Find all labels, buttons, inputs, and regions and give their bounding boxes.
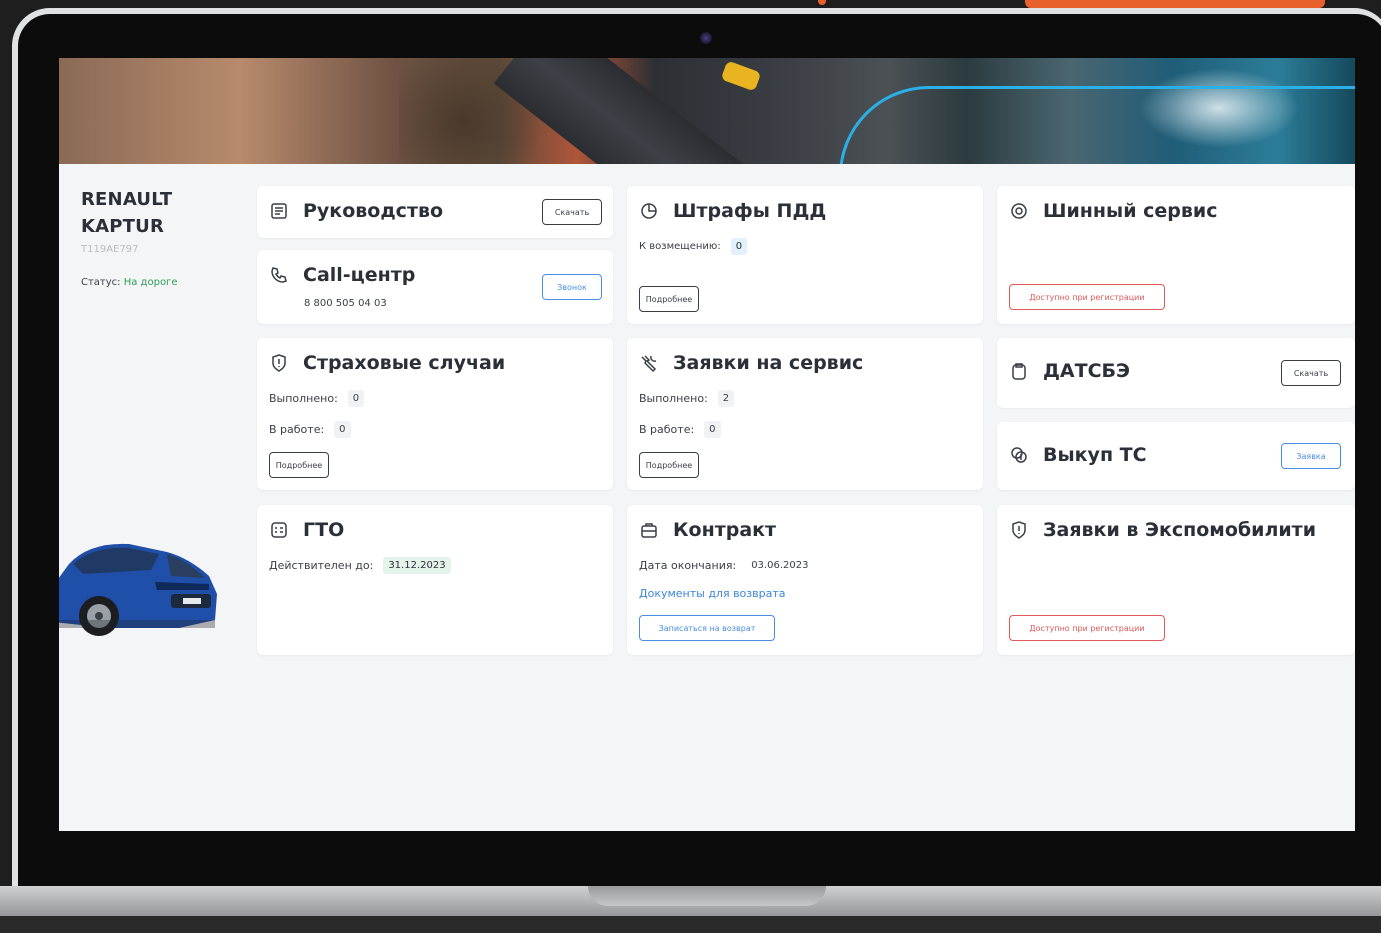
card-manual-title-wrap: Руководство xyxy=(269,200,443,222)
card-buyout: Выкуп ТС Заявка xyxy=(997,422,1355,490)
tire-register-button[interactable]: Доступно при регистрации xyxy=(1009,284,1165,310)
laptop-notch xyxy=(588,886,826,906)
status-label: Статус: xyxy=(81,277,121,288)
app-screen: RENAULT KAPTUR Т119АЕ797 Статус: На доро… xyxy=(59,58,1355,831)
call-button[interactable]: Звонок xyxy=(542,274,602,300)
contract-end-value: 03.06.2023 xyxy=(751,560,809,571)
card-expo-title-wrap: Заявки в Экспомобилити xyxy=(1009,519,1316,541)
vehicle-plate: Т119АЕ797 xyxy=(81,244,139,255)
card-insurance-title-wrap: Страховые случаи xyxy=(269,352,505,374)
briefcase-icon xyxy=(639,520,659,540)
card-tire-title: Шинный сервис xyxy=(1043,200,1218,222)
vehicle-info: RENAULT KAPTUR Т119АЕ797 Статус: На доро… xyxy=(81,186,251,288)
service-work-value: 0 xyxy=(704,421,721,438)
insurance-done-value: 0 xyxy=(347,390,365,407)
card-buyout-title-wrap: Выкуп ТС xyxy=(1009,444,1147,466)
fines-refund-row: К возмещению: 0 xyxy=(639,238,748,255)
banner-car xyxy=(720,60,762,92)
service-done-value: 2 xyxy=(717,390,735,407)
insurance-work-label: В работе: xyxy=(269,423,325,436)
buyout-request-button[interactable]: Заявка xyxy=(1281,443,1341,469)
card-callcenter-title-wrap: Call-центр xyxy=(269,264,415,286)
callcenter-phone: 8 800 505 04 03 xyxy=(304,298,387,309)
clipboard-icon xyxy=(1009,361,1029,381)
expo-register-button[interactable]: Доступно при регистрации xyxy=(1009,615,1165,641)
insurance-work-value: 0 xyxy=(334,421,351,438)
card-expo: Заявки в Экспомобилити Доступно при реги… xyxy=(997,505,1355,655)
fines-refund-label: К возмещению: xyxy=(639,241,721,252)
insurance-work-row: В работе: 0 xyxy=(269,421,351,438)
card-fines-title: Штрафы ПДД xyxy=(673,200,827,222)
card-fines-title-wrap: Штрафы ПДД xyxy=(639,200,826,222)
insurance-done-row: Выполнено: 0 xyxy=(269,390,365,407)
return-booking-button[interactable]: Записаться на возврат xyxy=(639,615,775,641)
card-contract-title: Контракт xyxy=(673,519,777,541)
service-work-row: В работе: 0 xyxy=(639,421,721,438)
datsbe-download-button[interactable]: Скачать xyxy=(1281,360,1341,386)
service-done-row: Выполнено: 2 xyxy=(639,390,735,407)
contract-end-row: Дата окончания: 03.06.2023 xyxy=(639,557,813,574)
manual-download-button[interactable]: Скачать xyxy=(542,199,602,225)
insurance-done-label: Выполнено: xyxy=(269,392,338,405)
card-gto-title: ГТО xyxy=(303,519,345,541)
banner-arc xyxy=(839,86,1355,164)
insurance-details-button[interactable]: Подробнее xyxy=(269,452,329,478)
contract-end-label: Дата окончания: xyxy=(639,559,737,572)
card-tire-title-wrap: Шинный сервис xyxy=(1009,200,1218,222)
card-buyout-title: Выкуп ТС xyxy=(1043,444,1147,466)
gto-valid-label: Действителен до: xyxy=(269,559,374,572)
status-value: На дороге xyxy=(123,277,178,288)
header-banner xyxy=(59,58,1355,164)
card-service-title: Заявки на сервис xyxy=(673,352,864,374)
card-insurance: Страховые случаи Выполнено: 0 В работе: … xyxy=(257,338,613,490)
checklist-icon xyxy=(269,520,289,540)
card-gto: ГТО Действителен до: 31.12.2023 xyxy=(257,505,613,655)
card-callcenter: Call-центр 8 800 505 04 03 Звонок xyxy=(257,250,613,324)
shield-icon xyxy=(269,353,289,373)
vehicle-status: Статус: На дороге xyxy=(81,277,251,288)
card-fines: Штрафы ПДД К возмещению: 0 Подробнее xyxy=(627,186,983,324)
vehicle-model: KAPTUR xyxy=(81,216,165,237)
card-callcenter-title: Call-центр xyxy=(303,264,416,286)
laptop-base-shadow xyxy=(0,916,1381,933)
card-contract: Контракт Дата окончания: 03.06.2023 Доку… xyxy=(627,505,983,655)
service-work-label: В работе: xyxy=(639,423,695,436)
vehicle-make: RENAULT xyxy=(81,189,173,210)
fines-details-button[interactable]: Подробнее xyxy=(639,286,699,312)
service-details-button[interactable]: Подробнее xyxy=(639,452,699,478)
card-insurance-title: Страховые случаи xyxy=(303,352,506,374)
card-datsbe-title: ДАТСБЭ xyxy=(1043,360,1130,382)
shield-alert-icon xyxy=(1009,520,1029,540)
fines-refund-value: 0 xyxy=(730,238,748,255)
fine-icon xyxy=(639,201,659,221)
tire-icon xyxy=(1009,201,1029,221)
card-datsbe-title-wrap: ДАТСБЭ xyxy=(1009,360,1130,382)
card-datsbe: ДАТСБЭ Скачать xyxy=(997,338,1355,408)
book-icon xyxy=(269,201,289,221)
gto-valid-row: Действителен до: 31.12.2023 xyxy=(269,557,451,574)
card-service: Заявки на сервис Выполнено: 2 В работе: … xyxy=(627,338,983,490)
coin-icon xyxy=(1009,445,1029,465)
card-tire: Шинный сервис Доступно при регистрации xyxy=(997,186,1355,324)
card-contract-title-wrap: Контракт xyxy=(639,519,776,541)
return-documents-link[interactable]: Документы для возврата xyxy=(639,587,786,600)
phone-icon xyxy=(269,265,289,285)
card-manual: Руководство Скачать xyxy=(257,186,613,238)
service-done-label: Выполнено: xyxy=(639,392,708,405)
vehicle-image xyxy=(59,543,217,636)
card-expo-title: Заявки в Экспомобилити xyxy=(1043,519,1317,541)
wrench-icon xyxy=(639,353,659,373)
card-gto-title-wrap: ГТО xyxy=(269,519,344,541)
decor-orange-dot xyxy=(818,0,826,5)
gto-valid-value: 31.12.2023 xyxy=(383,557,451,574)
card-manual-title: Руководство xyxy=(303,200,444,222)
card-service-title-wrap: Заявки на сервис xyxy=(639,352,863,374)
decor-orange-tab xyxy=(1025,0,1325,8)
camera-icon xyxy=(700,32,712,44)
